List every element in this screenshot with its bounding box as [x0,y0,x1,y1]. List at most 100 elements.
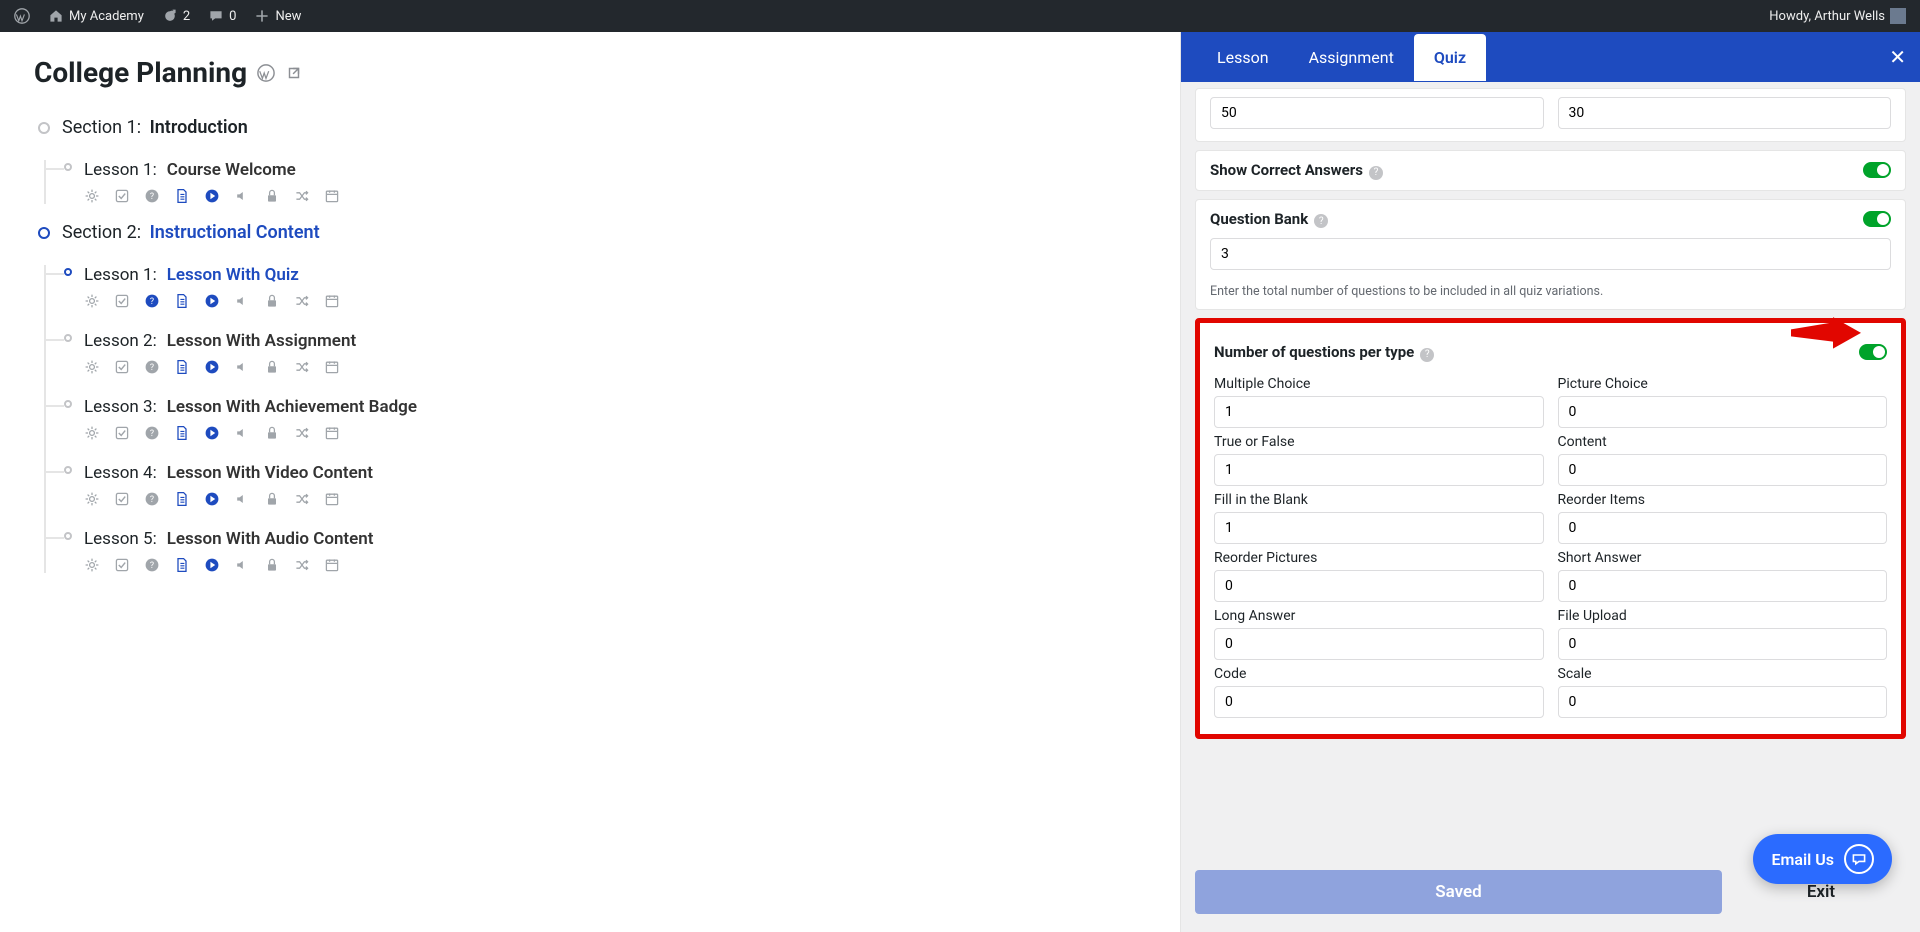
question-type-input[interactable] [1214,454,1544,486]
play-circle-icon[interactable] [204,557,220,573]
updates-link[interactable]: 2 [156,8,196,24]
shuffle-icon[interactable] [294,359,310,375]
question-type-input[interactable] [1558,628,1888,660]
volume-icon[interactable] [234,359,250,375]
shuffle-icon[interactable] [294,557,310,573]
question-type-input[interactable] [1558,570,1888,602]
help-icon[interactable]: ? [1314,214,1328,228]
close-icon[interactable]: ✕ [1889,45,1906,69]
wp-logo[interactable] [8,8,36,24]
volume-icon[interactable] [234,188,250,204]
checkbox-icon[interactable] [114,425,130,441]
checkbox-icon[interactable] [114,188,130,204]
top-value-right[interactable] [1558,97,1892,129]
checkbox-icon[interactable] [114,293,130,309]
volume-icon[interactable] [234,491,250,507]
help-circle-icon[interactable]: ? [144,491,160,507]
document-icon[interactable] [174,188,190,204]
play-circle-icon[interactable] [204,188,220,204]
checkbox-icon[interactable] [114,557,130,573]
question-type-label: Short Answer [1558,550,1888,566]
question-type-input[interactable] [1214,570,1544,602]
section-row[interactable]: Section 1: Introduction [38,117,1146,138]
question-bank-toggle[interactable] [1863,211,1891,227]
play-circle-icon[interactable] [204,425,220,441]
help-circle-icon[interactable]: ? [144,293,160,309]
help-circle-icon[interactable]: ? [144,425,160,441]
help-circle-icon[interactable]: ? [144,359,160,375]
comments-link[interactable]: 0 [202,8,242,24]
question-type-input[interactable] [1214,628,1544,660]
document-icon[interactable] [174,557,190,573]
gear-icon[interactable] [84,293,100,309]
gear-icon[interactable] [84,557,100,573]
new-link[interactable]: New [248,8,307,24]
wordpress-icon[interactable] [257,64,275,82]
external-link-icon[interactable] [285,64,303,82]
lock-icon[interactable] [264,425,280,441]
lesson-row[interactable]: Lesson 3: Lesson With Achievement Badge … [46,397,1146,441]
gear-icon[interactable] [84,188,100,204]
lesson-label: Lesson 1: [84,160,157,180]
question-type-input[interactable] [1214,512,1544,544]
account-link[interactable]: Howdy, Arthur Wells [1763,8,1912,24]
volume-icon[interactable] [234,557,250,573]
calendar-icon[interactable] [324,359,340,375]
lesson-row[interactable]: Lesson 2: Lesson With Assignment ? [46,331,1146,375]
lock-icon[interactable] [264,188,280,204]
per-type-toggle[interactable] [1859,344,1887,360]
question-type-input[interactable] [1558,512,1888,544]
gear-icon[interactable] [84,359,100,375]
question-type-input[interactable] [1214,396,1544,428]
shuffle-icon[interactable] [294,293,310,309]
lesson-row[interactable]: Lesson 4: Lesson With Video Content ? [46,463,1146,507]
lock-icon[interactable] [264,359,280,375]
calendar-icon[interactable] [324,491,340,507]
saved-button[interactable]: Saved [1195,870,1722,914]
tab-quiz[interactable]: Quiz [1414,34,1486,81]
tab-assignment[interactable]: Assignment [1289,34,1414,81]
help-icon[interactable]: ? [1369,166,1383,180]
help-circle-icon[interactable]: ? [144,188,160,204]
document-icon[interactable] [174,359,190,375]
question-type-input[interactable] [1214,686,1544,718]
shuffle-icon[interactable] [294,188,310,204]
document-icon[interactable] [174,425,190,441]
top-value-left[interactable] [1210,97,1544,129]
document-icon[interactable] [174,293,190,309]
site-link[interactable]: My Academy [42,8,150,24]
help-circle-icon[interactable]: ? [144,557,160,573]
checkbox-icon[interactable] [114,491,130,507]
lock-icon[interactable] [264,293,280,309]
volume-icon[interactable] [234,425,250,441]
calendar-icon[interactable] [324,188,340,204]
lock-icon[interactable] [264,491,280,507]
lesson-row[interactable]: Lesson 1: Lesson With Quiz ? [46,265,1146,309]
play-circle-icon[interactable] [204,359,220,375]
shuffle-icon[interactable] [294,425,310,441]
question-type-input[interactable] [1558,686,1888,718]
lesson-row[interactable]: Lesson 5: Lesson With Audio Content ? [46,529,1146,573]
question-bank-input[interactable] [1210,238,1891,270]
volume-icon[interactable] [234,293,250,309]
question-type-input[interactable] [1558,454,1888,486]
email-us-widget[interactable]: Email Us [1753,834,1892,884]
section-row[interactable]: Section 2: Instructional Content [38,222,1146,243]
tab-lesson[interactable]: Lesson [1197,34,1289,81]
show-correct-toggle[interactable] [1863,162,1891,178]
shuffle-icon[interactable] [294,491,310,507]
question-bank-label: Question Bank [1210,210,1308,228]
help-icon[interactable]: ? [1420,348,1434,362]
checkbox-icon[interactable] [114,359,130,375]
question-type-input[interactable] [1558,396,1888,428]
play-circle-icon[interactable] [204,491,220,507]
document-icon[interactable] [174,491,190,507]
calendar-icon[interactable] [324,293,340,309]
lesson-row[interactable]: Lesson 1: Course Welcome ? [46,160,1146,204]
calendar-icon[interactable] [324,557,340,573]
gear-icon[interactable] [84,491,100,507]
play-circle-icon[interactable] [204,293,220,309]
lock-icon[interactable] [264,557,280,573]
calendar-icon[interactable] [324,425,340,441]
gear-icon[interactable] [84,425,100,441]
